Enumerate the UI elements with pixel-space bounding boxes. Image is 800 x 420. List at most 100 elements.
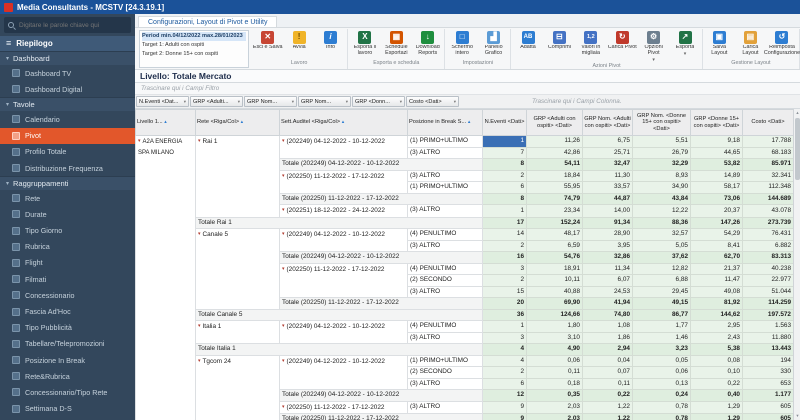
pivot-value-cell[interactable]: 605 [742, 413, 794, 420]
pivot-l1-cell[interactable]: ▾ A2A ENERGIA SPA MILANO [135, 135, 196, 420]
pivot-value-cell[interactable]: 68.183 [742, 146, 794, 159]
pivot-value-cell[interactable]: 2 [482, 366, 527, 379]
pivot-value-cell[interactable]: 147,26 [690, 216, 743, 229]
pivot-value-cell[interactable]: 1,86 [582, 331, 633, 344]
data-field-chip-grp-adulti[interactable]: GRP <Adulti... ▾ [190, 96, 243, 107]
pivot-value-cell[interactable]: 17 [482, 216, 527, 229]
sidebar-item-profilo-totale[interactable]: Profilo Totale [0, 144, 135, 160]
pivot-sett-cell[interactable]: ▾ (202249) 04-12-2022 - 10-12-2022 [279, 354, 408, 390]
data-column-header-grp-nom-donne-15-con-ospiti-dati[interactable]: GRP Nom. <Donne 15+ con ospiti> <Dati> [632, 109, 691, 136]
pivot-pos-cell[interactable]: (3) ALTRO [407, 285, 483, 298]
sidebar-section-tavole[interactable]: ▾ Tavole [0, 97, 135, 112]
data-field-chip-grp-donn[interactable]: GRP <Donn... ▾ [352, 96, 405, 107]
pivot-value-cell[interactable]: 605 [742, 400, 794, 414]
pivot-value-cell[interactable]: 23,34 [526, 204, 583, 218]
pivot-pos-cell[interactable]: (1) PRIMO+ULTIMO [407, 354, 483, 367]
row-area-header-posizione-in-break-s[interactable]: Posizione in Break S... ▴ [407, 109, 483, 136]
pivot-sett-cell[interactable]: ▾ (202249) 04-12-2022 - 10-12-2022 [279, 320, 408, 344]
pivot-value-cell[interactable]: 1,29 [690, 400, 743, 414]
pivot-value-cell[interactable]: 43,84 [632, 192, 691, 205]
sidebar-item-dashboard-tv[interactable]: Dashboard TV [0, 65, 135, 81]
pivot-value-cell[interactable]: 0,07 [582, 366, 633, 379]
pivot-value-cell[interactable]: 28,90 [582, 228, 633, 241]
data-column-header-n-eventi-dati[interactable]: N.Eventi <Dati> [482, 109, 527, 136]
pivot-value-cell[interactable]: 6 [482, 377, 527, 390]
expander-icon[interactable]: ▾ [282, 266, 285, 272]
sidebar-item-durate[interactable]: Durate [0, 206, 135, 222]
pivot-pos-cell[interactable]: (3) ALTRO [407, 204, 483, 218]
pivot-value-cell[interactable]: 14 [482, 228, 527, 241]
sidebar-item-tabellare-telepromozioni[interactable]: Tabellare/Telepromozioni [0, 336, 135, 352]
pivot-value-cell[interactable]: 8,41 [690, 239, 743, 252]
esporta-button[interactable]: ↗ Esporta ▾ [669, 29, 700, 57]
sidebar-item-flight[interactable]: Flight [0, 255, 135, 271]
pivot-sett-cell[interactable]: Totale (202250) 11-12-2022 - 17-12-2022 [279, 413, 483, 420]
pivot-value-cell[interactable]: 5,51 [632, 135, 691, 148]
pivot-value-cell[interactable]: 1,08 [582, 320, 633, 333]
pivot-pos-cell[interactable]: (4) PENULTIMO [407, 228, 483, 241]
pivot-value-cell[interactable]: 2,95 [690, 320, 743, 333]
pivot-value-cell[interactable]: 7 [482, 146, 527, 159]
pivot-value-cell[interactable]: 0,06 [632, 366, 691, 379]
pivot-sett-cell[interactable]: ▾ (202249) 04-12-2022 - 10-12-2022 [279, 135, 408, 159]
pivot-value-cell[interactable]: 4 [482, 354, 527, 367]
pivot-value-cell[interactable]: 4 [482, 343, 527, 356]
pivot-value-cell[interactable]: 0,40 [690, 389, 743, 402]
pivot-value-cell[interactable]: 0,22 [582, 389, 633, 402]
pivot-value-cell[interactable]: 3 [482, 262, 527, 275]
pivot-value-cell[interactable]: 83.313 [742, 251, 794, 264]
expander-icon[interactable]: ▾ [282, 231, 285, 237]
pivot-value-cell[interactable]: 55,95 [526, 181, 583, 194]
pivot-value-cell[interactable]: 12,22 [632, 204, 691, 218]
pivot-pos-cell[interactable]: (4) PENULTIMO [407, 262, 483, 275]
pivot-value-cell[interactable]: 32,47 [582, 158, 633, 171]
pivot-value-cell[interactable]: 21,37 [690, 262, 743, 275]
pivot-rete-cell[interactable]: ▾ Tgcom 24 [195, 354, 280, 420]
pivot-pos-cell[interactable]: (3) ALTRO [407, 400, 483, 414]
pivot-pos-cell[interactable]: (2) SECONDO [407, 274, 483, 287]
sidebar-item-concessionario-tipo-rete[interactable]: Concessionario/Tipo Rete [0, 384, 135, 400]
pivot-pos-cell[interactable]: (1) PRIMO+ULTIMO [407, 181, 483, 194]
pivot-value-cell[interactable]: 2 [482, 239, 527, 252]
pivot-value-cell[interactable]: 12 [482, 389, 527, 402]
pivot-value-cell[interactable]: 5,38 [690, 343, 743, 356]
expander-icon[interactable]: ▾ [282, 358, 285, 364]
expander-icon[interactable]: ▾ [198, 138, 201, 144]
data-field-chip-n-eventi-dat[interactable]: N.Eventi <Dat... ▾ [136, 96, 189, 107]
pivot-value-cell[interactable]: 10,11 [526, 274, 583, 287]
pivot-pos-cell[interactable]: (3) ALTRO [407, 239, 483, 252]
pivot-value-cell[interactable]: 14,89 [690, 169, 743, 182]
pivot-value-cell[interactable]: 49,15 [632, 297, 691, 310]
pivot-sett-cell[interactable]: ▾ (202251) 18-12-2022 - 24-12-2022 [279, 204, 408, 218]
pivot-value-cell[interactable]: 3,23 [632, 343, 691, 356]
pivot-value-cell[interactable]: 54,29 [690, 228, 743, 241]
download-reports-button[interactable]: ↓ Download Reports [412, 29, 443, 57]
pivot-value-cell[interactable]: 48,17 [526, 228, 583, 241]
pivot-value-cell[interactable]: 1,22 [582, 400, 633, 414]
sidebar-item-rete-rubrica[interactable]: Rete&Rubrica [0, 368, 135, 384]
expander-icon[interactable]: ▾ [198, 323, 201, 329]
pivot-value-cell[interactable]: 53,82 [690, 158, 743, 171]
pivot-value-cell[interactable]: 5,05 [632, 239, 691, 252]
sidebar-item-calendario[interactable]: Calendario [0, 111, 135, 127]
pivot-value-cell[interactable]: 1,46 [632, 331, 691, 344]
pivot-value-cell[interactable]: 8,93 [632, 169, 691, 182]
pivot-value-cell[interactable]: 42,86 [526, 146, 583, 159]
pivot-value-cell[interactable]: 0,08 [690, 354, 743, 367]
pivot-rete-cell[interactable]: ▾ Rai 1 [195, 135, 280, 218]
pivot-value-cell[interactable]: 32.341 [742, 169, 794, 182]
data-column-header-costo-dati[interactable]: Costo <Dati> [742, 109, 794, 136]
valori-in-migliaia-button[interactable]: 1,2 Valori in migliaia [575, 29, 606, 57]
avvia-button[interactable]: ! Avvia [283, 29, 314, 51]
expander-icon[interactable]: ▾ [282, 173, 285, 179]
pivot-value-cell[interactable]: 1 [482, 320, 527, 333]
row-area-header-sett-auditel-riga-col[interactable]: Sett.Auditel <Riga/Col> ▴ [279, 109, 408, 136]
tab-configurazioni[interactable]: Configurazioni, Layout di Pivot e Utilit… [138, 16, 278, 27]
pivot-value-cell[interactable]: 0,13 [632, 377, 691, 390]
pivot-value-cell[interactable]: 26,79 [632, 146, 691, 159]
pivot-value-cell[interactable]: 41,94 [582, 297, 633, 310]
pivot-value-cell[interactable]: 81,92 [690, 297, 743, 310]
sidebar-item-riepilogo[interactable]: ≡ Riepilogo [0, 36, 135, 51]
sidebar-item-tipo-giorno[interactable]: Tipo Giorno [0, 223, 135, 239]
expander-icon[interactable]: ▾ [282, 207, 285, 213]
